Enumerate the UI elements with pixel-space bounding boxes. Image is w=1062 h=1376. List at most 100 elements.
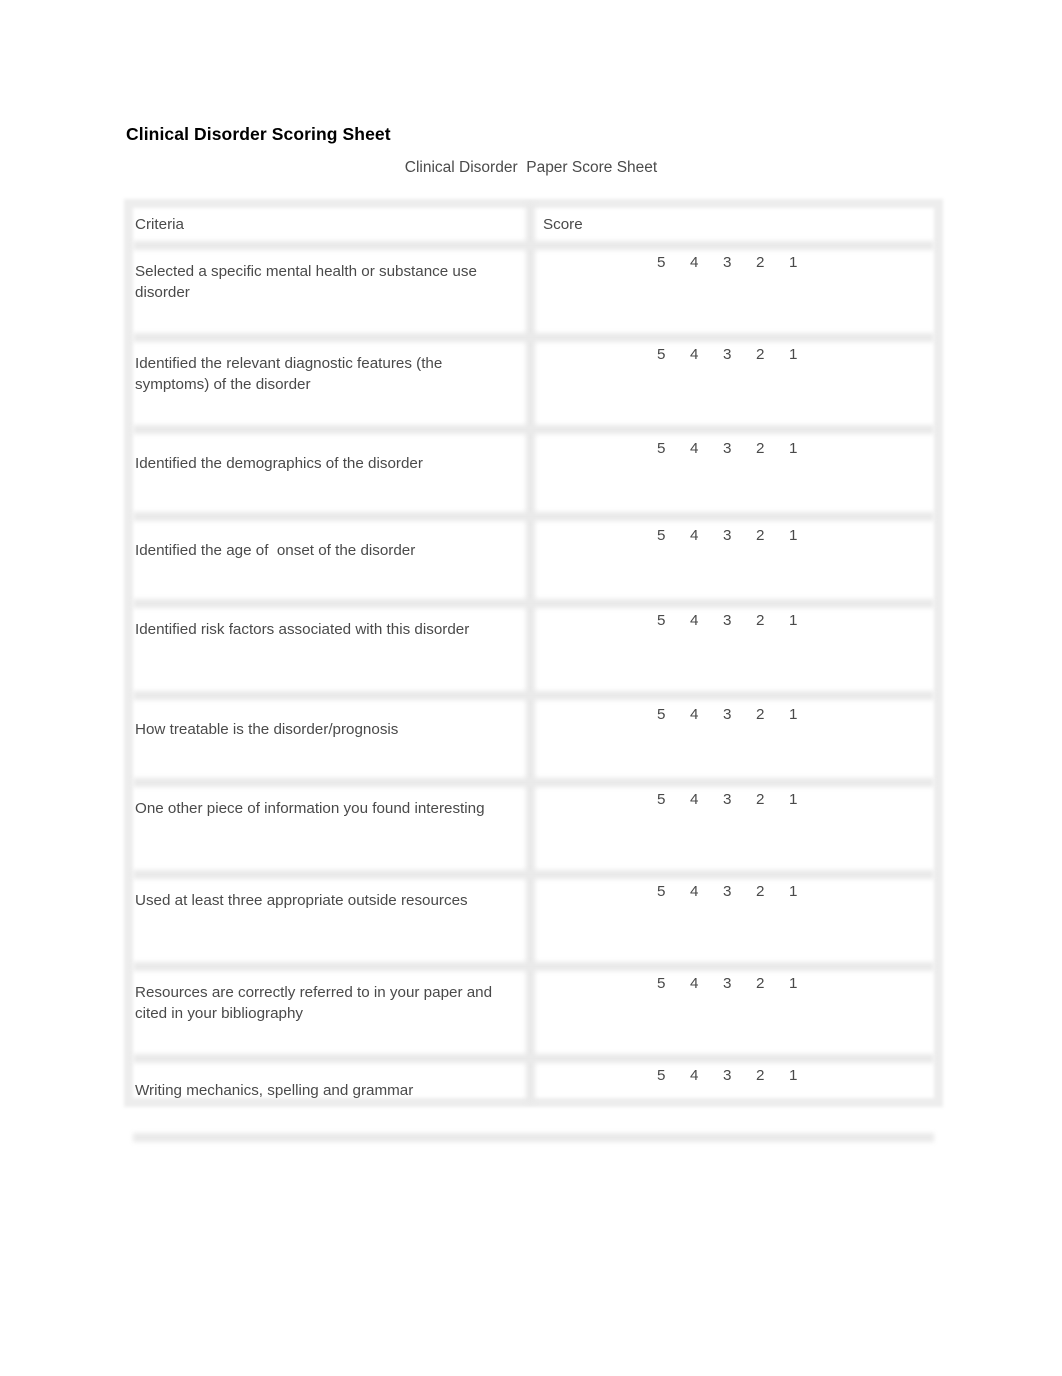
score-option-3[interactable]: 3: [723, 525, 756, 546]
score-option-5[interactable]: 5: [657, 252, 690, 273]
score-option-2[interactable]: 2: [756, 525, 789, 546]
score-option-4[interactable]: 4: [690, 789, 723, 810]
score-option-5[interactable]: 5: [657, 438, 690, 459]
table-row: Identified the relevant diagnostic featu…: [124, 337, 943, 429]
table-row: Identified risk factors associated with …: [124, 603, 943, 695]
score-cell[interactable]: 54321: [530, 516, 943, 603]
score-scale: 54321: [530, 610, 943, 695]
score-scale: 54321: [530, 789, 943, 874]
score-option-2[interactable]: 2: [756, 1065, 789, 1086]
score-option-5[interactable]: 5: [657, 789, 690, 810]
header-cell-score: Score: [530, 199, 943, 245]
score-scale: 54321: [530, 344, 943, 429]
score-option-2[interactable]: 2: [756, 610, 789, 631]
table-row: One other piece of information you found…: [124, 782, 943, 874]
score-option-5[interactable]: 5: [657, 1065, 690, 1086]
score-option-5[interactable]: 5: [657, 525, 690, 546]
score-scale: 54321: [530, 881, 943, 966]
score-option-3[interactable]: 3: [723, 252, 756, 273]
table-row: Used at least three appropriate outside …: [124, 874, 943, 966]
score-option-1[interactable]: 1: [789, 525, 822, 546]
score-option-3[interactable]: 3: [723, 704, 756, 725]
scoring-table-container: Criteria Score Selected a specific mental …: [124, 199, 943, 1142]
score-option-2[interactable]: 2: [756, 789, 789, 810]
score-option-4[interactable]: 4: [690, 525, 723, 546]
table-header-row: Criteria Score: [124, 199, 943, 245]
score-option-1[interactable]: 1: [789, 438, 822, 459]
column-header-criteria: Criteria: [135, 216, 184, 233]
score-option-3[interactable]: 3: [723, 438, 756, 459]
criteria-cell: Identified risk factors associated with …: [124, 603, 530, 695]
document-page: Clinical Disorder Scoring Sheet Clinical…: [0, 0, 1062, 1376]
score-option-3[interactable]: 3: [723, 610, 756, 631]
score-option-5[interactable]: 5: [657, 881, 690, 902]
score-option-4[interactable]: 4: [690, 344, 723, 365]
score-option-4[interactable]: 4: [690, 1065, 723, 1086]
score-option-4[interactable]: 4: [690, 438, 723, 459]
document-subtitle: Clinical Disorder Paper Score Sheet: [404, 159, 658, 176]
criteria-cell: Writing mechanics, spelling and grammar: [124, 1058, 530, 1137]
score-cell[interactable]: 54321: [530, 337, 943, 429]
table-row: Resources are correctly referred to in y…: [124, 966, 943, 1058]
score-option-3[interactable]: 3: [723, 881, 756, 902]
score-option-5[interactable]: 5: [657, 973, 690, 994]
score-cell[interactable]: 54321: [530, 966, 943, 1058]
criteria-cell: Resources are correctly referred to in y…: [124, 966, 530, 1058]
score-cell[interactable]: 54321: [530, 782, 943, 874]
table-row: Selected a specific mental health or sub…: [124, 245, 943, 337]
score-option-1[interactable]: 1: [789, 1065, 822, 1086]
criteria-cell: Selected a specific mental health or sub…: [124, 245, 530, 337]
score-option-2[interactable]: 2: [756, 704, 789, 725]
score-option-1[interactable]: 1: [789, 610, 822, 631]
score-scale: 54321: [530, 973, 943, 1058]
criteria-label: Writing mechanics, spelling and grammar: [135, 1082, 414, 1099]
score-option-5[interactable]: 5: [657, 344, 690, 365]
header-cell-criteria: Criteria: [124, 199, 530, 245]
score-option-5[interactable]: 5: [657, 610, 690, 631]
criteria-label: Identified the demographics of the disor…: [135, 455, 423, 472]
score-scale: 54321: [530, 252, 943, 337]
score-option-1[interactable]: 1: [789, 973, 822, 994]
score-option-3[interactable]: 3: [723, 789, 756, 810]
table-row: Identified the demographics of the disor…: [124, 429, 943, 516]
score-option-1[interactable]: 1: [789, 252, 822, 273]
score-option-4[interactable]: 4: [690, 973, 723, 994]
score-option-3[interactable]: 3: [723, 973, 756, 994]
criteria-cell: Identified the relevant diagnostic featu…: [124, 337, 530, 429]
score-option-4[interactable]: 4: [690, 704, 723, 725]
score-option-2[interactable]: 2: [756, 438, 789, 459]
criteria-label: Identified the relevant diagnostic featu…: [135, 355, 447, 393]
score-cell[interactable]: 54321: [530, 603, 943, 695]
score-option-1[interactable]: 1: [789, 344, 822, 365]
page-title: Clinical Disorder Scoring Sheet: [126, 124, 391, 144]
score-option-2[interactable]: 2: [756, 344, 789, 365]
criteria-cell: How treatable is the disorder/prognosis: [124, 695, 530, 782]
criteria-cell: One other piece of information you found…: [124, 782, 530, 874]
criteria-cell: Identified the demographics of the disor…: [124, 429, 530, 516]
score-option-2[interactable]: 2: [756, 252, 789, 273]
criteria-label: One other piece of information you found…: [135, 800, 485, 817]
score-cell[interactable]: 54321: [530, 1058, 943, 1137]
score-option-3[interactable]: 3: [723, 344, 756, 365]
score-scale: 54321: [530, 1065, 943, 1137]
criteria-label: Resources are correctly referred to in y…: [135, 984, 497, 1022]
score-option-4[interactable]: 4: [690, 252, 723, 273]
criteria-cell: Identified the age of onset of the disor…: [124, 516, 530, 603]
score-option-1[interactable]: 1: [789, 789, 822, 810]
score-cell[interactable]: 54321: [530, 245, 943, 337]
score-scale: 54321: [530, 438, 943, 516]
score-option-4[interactable]: 4: [690, 610, 723, 631]
criteria-label: How treatable is the disorder/prognosis: [135, 721, 399, 738]
criteria-label: Used at least three appropriate outside …: [135, 892, 468, 909]
score-option-1[interactable]: 1: [789, 704, 822, 725]
score-option-3[interactable]: 3: [723, 1065, 756, 1086]
score-cell[interactable]: 54321: [530, 429, 943, 516]
score-option-2[interactable]: 2: [756, 881, 789, 902]
score-option-4[interactable]: 4: [690, 881, 723, 902]
score-option-5[interactable]: 5: [657, 704, 690, 725]
criteria-label: Selected a specific mental health or sub…: [135, 263, 482, 301]
score-option-1[interactable]: 1: [789, 881, 822, 902]
score-cell[interactable]: 54321: [530, 874, 943, 966]
score-cell[interactable]: 54321: [530, 695, 943, 782]
score-option-2[interactable]: 2: [756, 973, 789, 994]
